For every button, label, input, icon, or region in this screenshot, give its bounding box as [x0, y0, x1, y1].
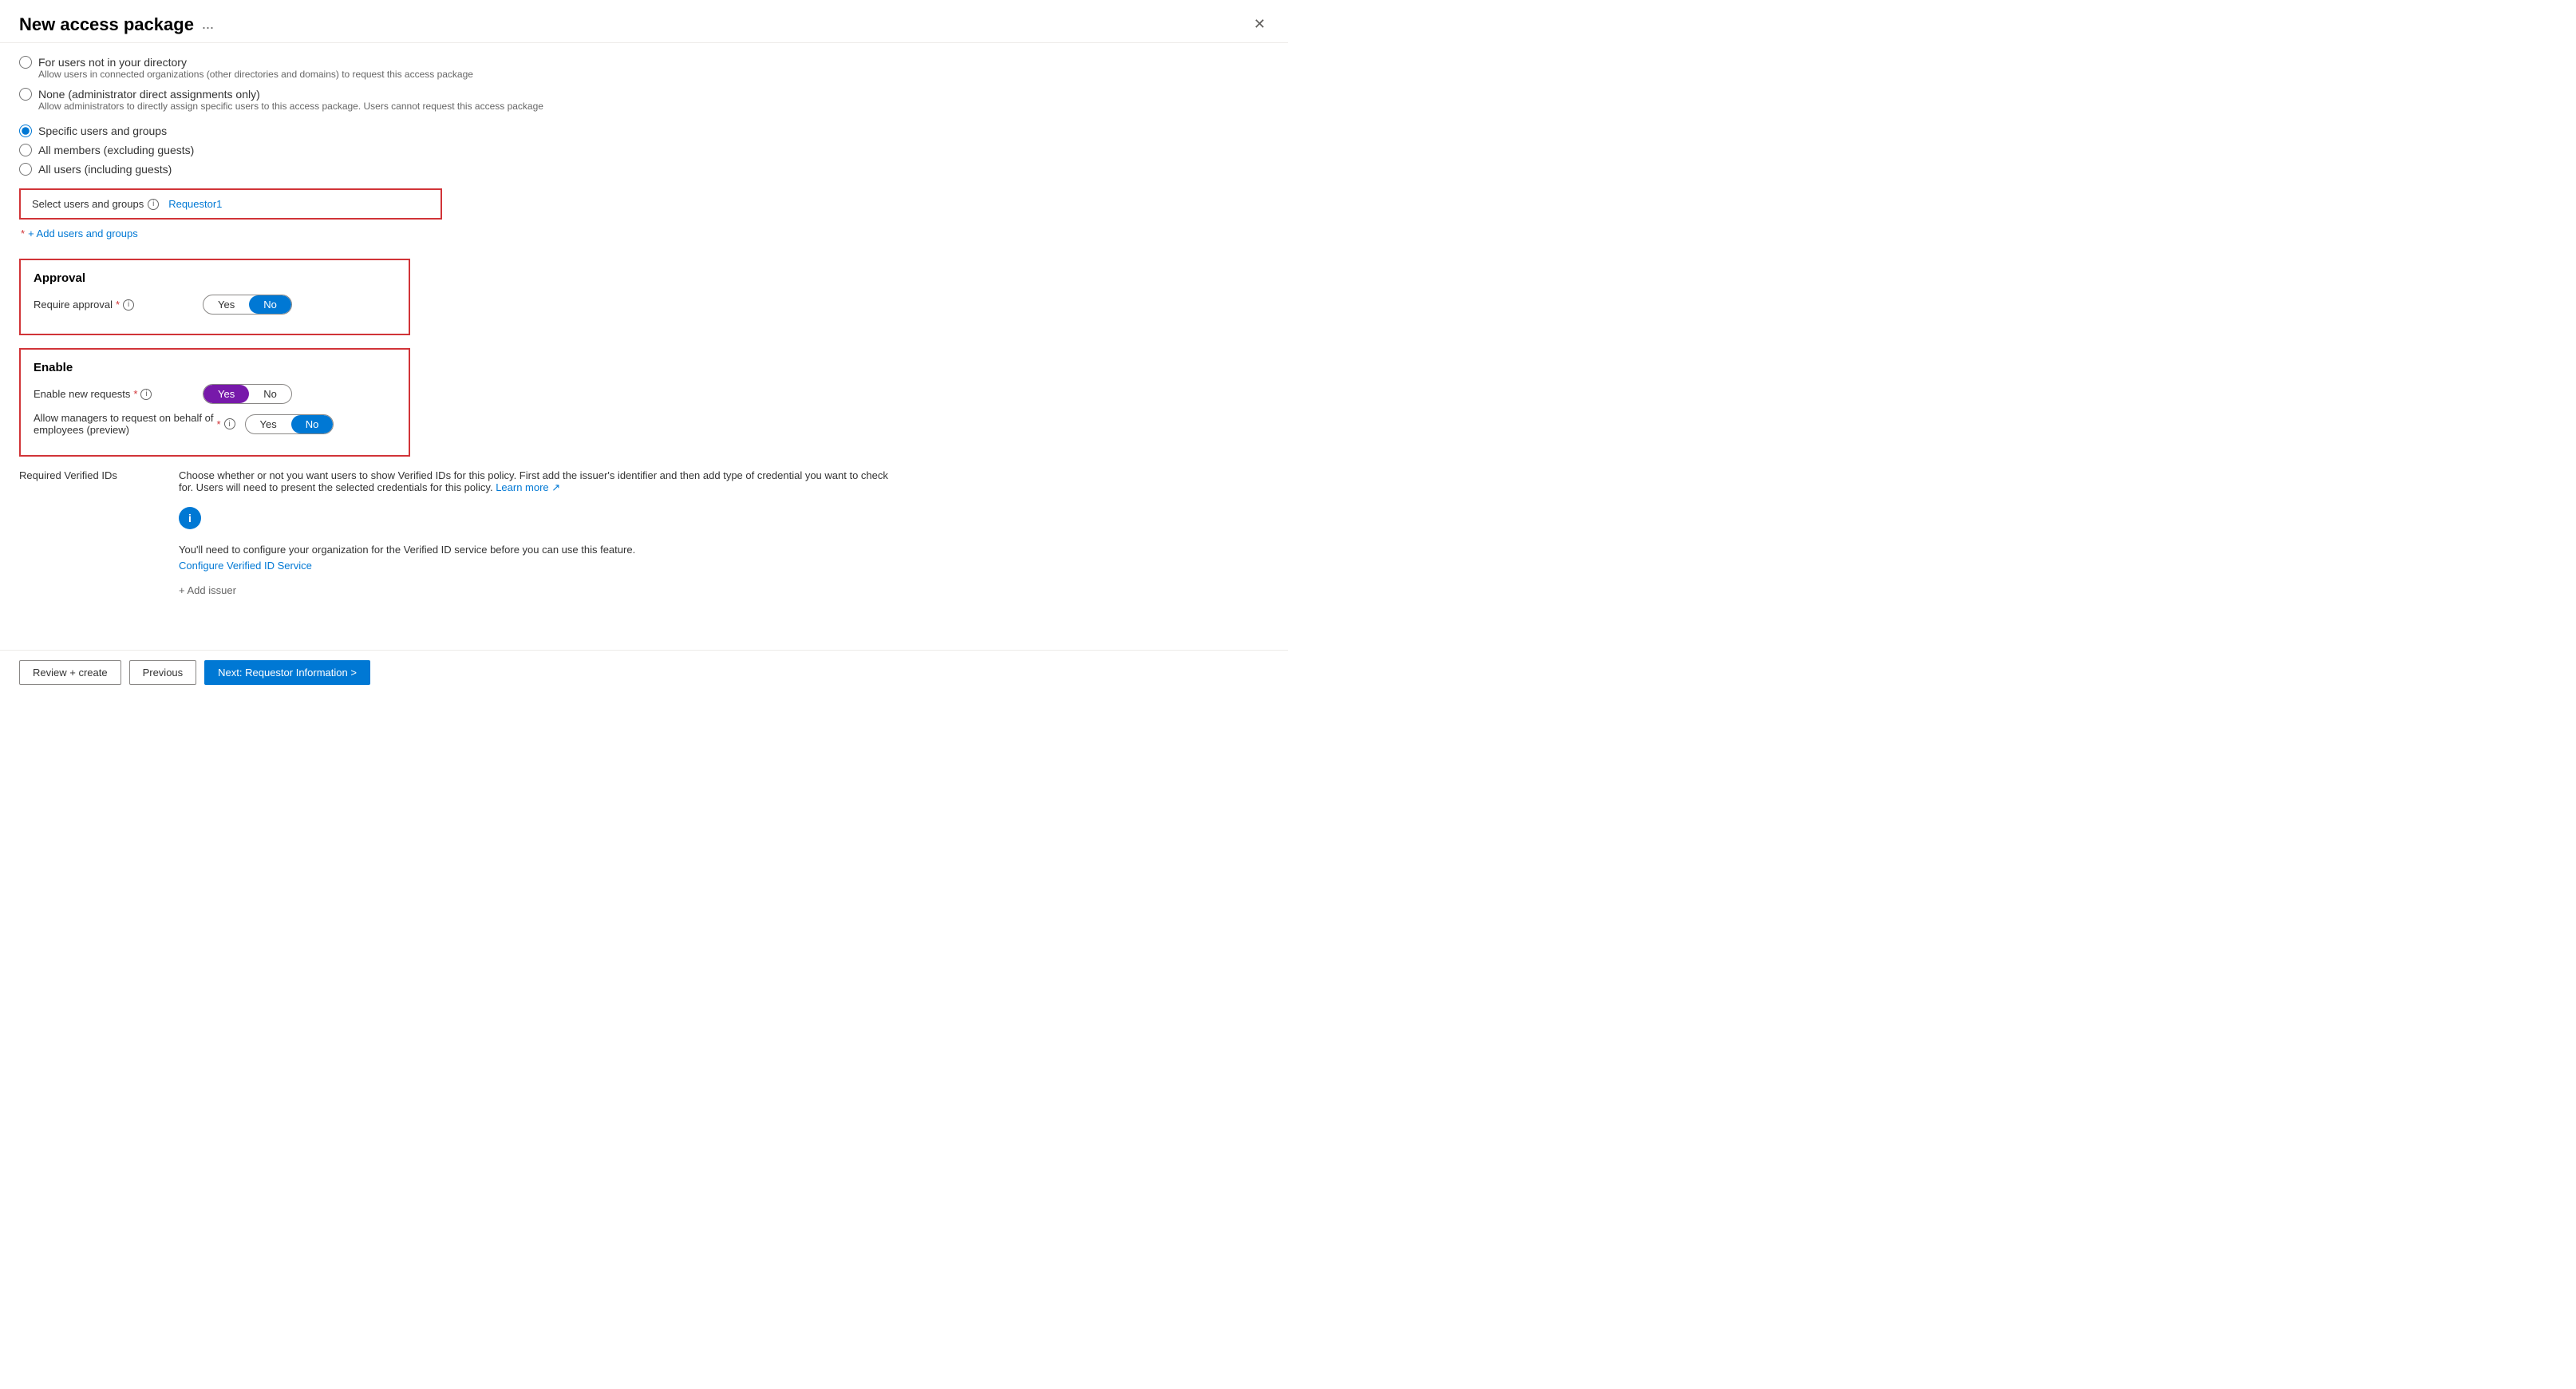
enable-new-requests-star: *	[133, 388, 137, 400]
radio-all-users-input[interactable]	[19, 163, 32, 176]
require-approval-text: Require approval	[34, 299, 113, 311]
approval-yes-button[interactable]: Yes	[203, 295, 249, 314]
require-approval-star: *	[116, 299, 120, 311]
enable-new-requests-row: Enable new requests * i Yes No	[34, 384, 396, 404]
enable-new-requests-no-button[interactable]: No	[249, 385, 291, 403]
select-users-info-icon[interactable]: i	[148, 199, 159, 210]
directory-radio-section: For users not in your directory Allow us…	[19, 56, 1269, 112]
radio-all-members-input[interactable]	[19, 144, 32, 156]
review-create-button[interactable]: Review + create	[19, 660, 121, 685]
learn-more-link[interactable]: Learn more ↗	[496, 481, 560, 493]
more-options-icon[interactable]: ...	[202, 16, 214, 33]
verified-ids-info-icon: i	[179, 507, 201, 529]
dialog-header: New access package ... ✕	[0, 0, 1288, 43]
add-users-required-star: *	[21, 228, 25, 239]
dialog-title-area: New access package ...	[19, 14, 214, 35]
allow-managers-label: Allow managers to request on behalf ofem…	[34, 412, 235, 436]
configure-verified-id-link[interactable]: Configure Verified ID Service	[179, 560, 312, 572]
configure-msg: You'll need to configure your organizati…	[179, 544, 1269, 556]
select-users-text: Select users and groups	[32, 198, 144, 210]
radio-none-desc: Allow administrators to directly assign …	[38, 101, 1269, 112]
enable-section: Enable Enable new requests * i Yes No Al…	[19, 348, 410, 457]
require-approval-label: Require approval * i	[34, 299, 193, 311]
verified-ids-content: Choose whether or not you want users to …	[179, 469, 1269, 596]
new-access-package-dialog: New access package ... ✕ For users not i…	[0, 0, 1288, 694]
radio-specific-users-label: Specific users and groups	[38, 125, 167, 137]
dialog-body: For users not in your directory Allow us…	[0, 43, 1288, 650]
approval-title: Approval	[34, 271, 396, 285]
radio-all-members-label: All members (excluding guests)	[38, 144, 194, 156]
select-users-box: Select users and groups i Requestor1	[19, 188, 442, 220]
radio-none-label: None (administrator direct assignments o…	[38, 88, 260, 101]
allow-managers-text: Allow managers to request on behalf ofem…	[34, 412, 213, 436]
enable-new-requests-text: Enable new requests	[34, 388, 130, 400]
close-button[interactable]: ✕	[1250, 13, 1269, 36]
radio-specific-users: Specific users and groups	[19, 125, 1269, 137]
enable-title: Enable	[34, 361, 396, 374]
radio-none: None (administrator direct assignments o…	[19, 88, 1269, 112]
radio-specific-users-input[interactable]	[19, 125, 32, 137]
radio-not-in-directory-label: For users not in your directory	[38, 56, 187, 69]
verified-ids-row: Required Verified IDs Choose whether or …	[19, 469, 1269, 596]
allow-managers-info-icon[interactable]: i	[224, 418, 235, 429]
add-users-link[interactable]: * + Add users and groups	[21, 228, 1269, 239]
approval-no-button[interactable]: No	[249, 295, 291, 314]
verified-ids-section: Required Verified IDs Choose whether or …	[19, 469, 1269, 596]
require-approval-row: Require approval * i Yes No	[34, 295, 396, 315]
next-button[interactable]: Next: Requestor Information >	[204, 660, 370, 685]
dialog-footer: Review + create Previous Next: Requestor…	[0, 650, 1288, 694]
allow-managers-no-button[interactable]: No	[291, 415, 334, 433]
verified-ids-desc: Choose whether or not you want users to …	[179, 469, 897, 494]
allow-managers-yes-button[interactable]: Yes	[246, 415, 291, 433]
enable-new-requests-info-icon[interactable]: i	[140, 389, 152, 400]
allow-managers-toggle: Yes No	[245, 414, 334, 434]
radio-not-in-directory: For users not in your directory Allow us…	[19, 56, 1269, 80]
previous-button[interactable]: Previous	[129, 660, 197, 685]
sub-radio-section: Specific users and groups All members (e…	[19, 125, 1269, 176]
allow-managers-row: Allow managers to request on behalf ofem…	[34, 412, 396, 436]
enable-new-requests-toggle: Yes No	[203, 384, 292, 404]
allow-managers-star: *	[216, 418, 220, 430]
verified-ids-label: Required Verified IDs	[19, 469, 163, 481]
radio-all-users-label: All users (including guests)	[38, 163, 172, 176]
approval-toggle-group: Yes No	[203, 295, 292, 315]
requestor-tag[interactable]: Requestor1	[168, 198, 222, 210]
dialog-title: New access package	[19, 14, 194, 35]
enable-new-requests-label: Enable new requests * i	[34, 388, 193, 400]
radio-all-members: All members (excluding guests)	[19, 144, 1269, 156]
radio-all-users: All users (including guests)	[19, 163, 1269, 176]
radio-not-in-directory-desc: Allow users in connected organizations (…	[38, 69, 1269, 80]
add-users-link-text[interactable]: + Add users and groups	[28, 228, 138, 239]
radio-not-in-directory-input[interactable]	[19, 56, 32, 69]
approval-section: Approval Require approval * i Yes No	[19, 259, 410, 335]
radio-none-input[interactable]	[19, 88, 32, 101]
add-issuer-button[interactable]: + Add issuer	[179, 584, 236, 596]
enable-new-requests-yes-button[interactable]: Yes	[203, 385, 249, 403]
require-approval-info-icon[interactable]: i	[123, 299, 134, 311]
select-users-label: Select users and groups i	[32, 198, 159, 210]
